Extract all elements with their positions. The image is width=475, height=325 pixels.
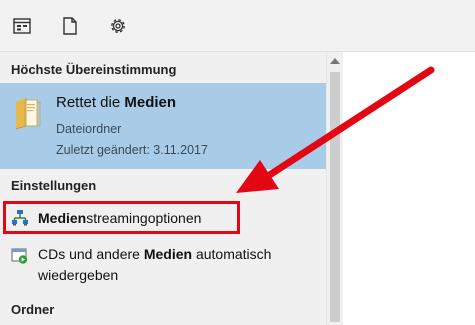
section-header-settings: Einstellungen	[11, 178, 97, 193]
settings-gear-icon[interactable]	[106, 14, 130, 38]
scroll-up-arrow-icon[interactable]	[329, 56, 341, 66]
apps-icon[interactable]	[10, 14, 34, 38]
section-header-best-match: Höchste Übereinstimmung	[11, 62, 177, 77]
section-header-folders: Ordner	[11, 302, 55, 317]
setting-item-label: CDs und andere Medien automatisch wiederg…	[38, 246, 272, 283]
setting-item-autoplay[interactable]: CDs und andere Medien automatisch wiederg…	[0, 242, 326, 286]
autoplay-icon	[11, 247, 29, 265]
search-results-panel: Höchste Übereinstimmung Rettet die Medie…	[0, 52, 326, 325]
folder-icon	[13, 96, 43, 130]
best-match-type: Dateiordner	[56, 122, 122, 136]
best-match-title: Rettet die Medien	[56, 94, 177, 111]
search-filter-toolbar	[0, 0, 475, 52]
best-match-modified: Zuletzt geändert: 3.11.2017	[56, 143, 208, 157]
document-icon[interactable]	[58, 14, 82, 38]
annotation-highlight-box	[3, 201, 240, 234]
scroll-thumb[interactable]	[330, 72, 340, 322]
results-scrollbar[interactable]	[326, 52, 343, 325]
best-match-result[interactable]: Rettet die Medien Dateiordner Zuletzt ge…	[0, 83, 326, 169]
preview-pane	[343, 52, 475, 325]
